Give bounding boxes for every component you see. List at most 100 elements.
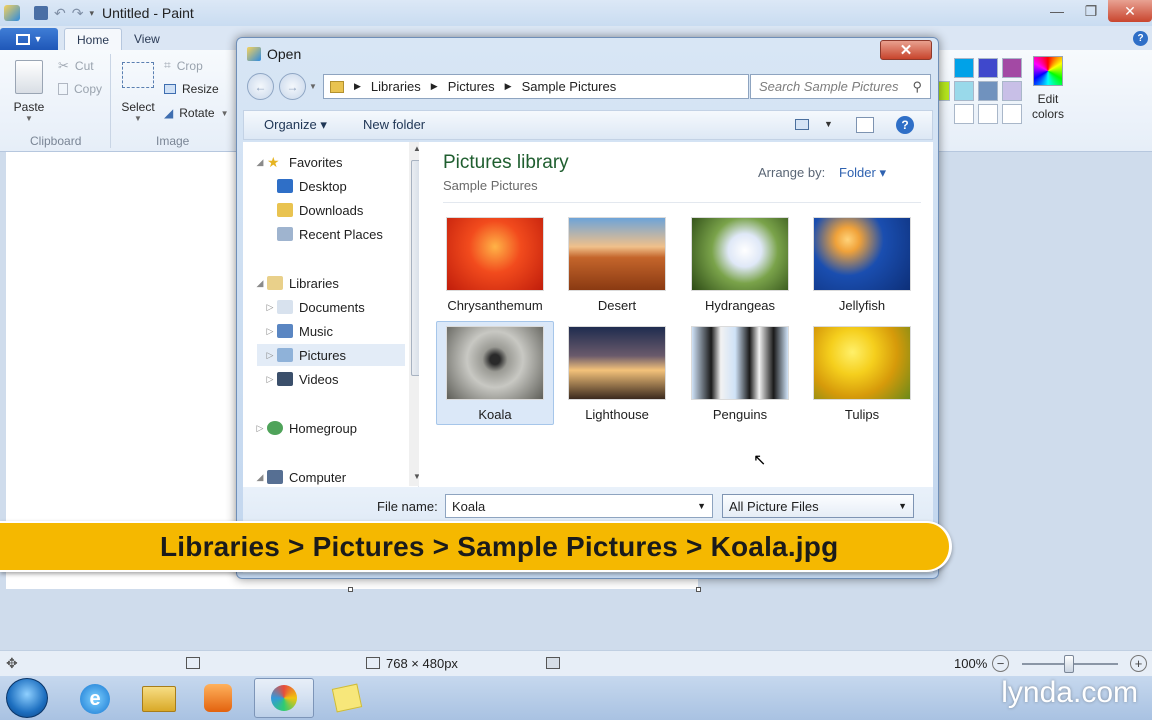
zoom-slider-thumb[interactable] (1064, 655, 1074, 673)
file-item-tulips[interactable]: Tulips (803, 321, 921, 425)
mouse-cursor: ↖ (753, 452, 767, 469)
close-button[interactable]: ✕ (1108, 0, 1152, 22)
crop-button[interactable]: ⌗ Crop (164, 58, 203, 73)
color-swatch[interactable] (954, 58, 974, 78)
nav-documents[interactable]: ▷ Documents (263, 296, 423, 318)
breadcrumb-libraries[interactable]: Libraries (371, 79, 421, 94)
edit-colors-button[interactable]: Edit colors (1028, 56, 1068, 122)
zoom-out-button[interactable]: − (992, 655, 1009, 672)
filename-value: Koala (452, 498, 486, 514)
recent-pages-icon[interactable]: ▼ (309, 82, 317, 91)
color-swatch[interactable] (978, 104, 998, 124)
nav-pictures[interactable]: ▷ Pictures (257, 344, 405, 366)
crop-label: Crop (176, 58, 203, 73)
file-item-chrysanthemum[interactable]: Chrysanthemum (436, 212, 554, 316)
paint-menu-button[interactable]: ▼ (0, 28, 58, 50)
copy-button[interactable]: Copy (58, 82, 102, 96)
clipboard-icon (15, 60, 43, 94)
breadcrumb-pictures[interactable]: Pictures (448, 79, 495, 94)
nav-homegroup[interactable]: ▷ Homegroup (253, 417, 413, 439)
canvas-resize-handle[interactable] (348, 587, 353, 592)
collapse-icon[interactable]: ◢ (253, 157, 267, 168)
back-button[interactable]: ← (247, 73, 274, 100)
chevron-down-icon[interactable]: ▼ (697, 501, 706, 511)
color-swatch[interactable] (954, 104, 974, 124)
organize-menu[interactable]: Organize ▾ (264, 117, 327, 133)
expand-icon[interactable]: ▷ (253, 423, 267, 434)
resize-button[interactable]: Resize (164, 82, 219, 96)
redo-icon[interactable]: ↷ (72, 5, 84, 22)
nav-favorites[interactable]: ◢ ★ Favorites (253, 151, 413, 173)
file-list: Pictures library Sample Pictures Arrange… (419, 142, 933, 487)
file-item-penguins[interactable]: Penguins (681, 321, 799, 425)
internet-explorer-icon[interactable]: e (80, 684, 110, 714)
paste-button[interactable]: Paste ▼ (8, 56, 50, 126)
color-swatch[interactable] (1002, 58, 1022, 78)
nav-videos[interactable]: ▷ Videos (263, 368, 423, 390)
save-icon[interactable] (34, 6, 48, 20)
zoom-level: 100% (954, 656, 988, 671)
canvas-resize-handle[interactable] (696, 587, 701, 592)
color-swatch[interactable] (1002, 104, 1022, 124)
windows-explorer-icon[interactable] (142, 686, 176, 712)
minimize-button[interactable]: — (1040, 0, 1074, 22)
arrange-dropdown[interactable]: Folder ▾ (839, 165, 886, 181)
address-bar[interactable]: ▶ Libraries ▶ Pictures ▶ Sample Pictures… (323, 74, 819, 99)
breadcrumb-sample-pictures[interactable]: Sample Pictures (522, 79, 617, 94)
collapse-icon[interactable]: ◢ (253, 472, 267, 483)
file-name: Penguins (712, 407, 768, 422)
clipboard-group-label: Clipboard (30, 134, 82, 148)
file-item-desert[interactable]: Desert (558, 212, 676, 316)
file-item-lighthouse[interactable]: Lighthouse (558, 321, 676, 425)
paint-taskbar-button[interactable] (254, 678, 314, 718)
search-input[interactable]: Search Sample Pictures ⚲ (750, 74, 931, 99)
filetype-select[interactable]: All Picture Files ▼ (722, 494, 914, 518)
rotate-label: Rotate (179, 106, 215, 120)
paint-app-icon[interactable] (4, 5, 20, 21)
zoom-in-button[interactable]: + (1130, 655, 1147, 672)
chevron-down-icon[interactable]: ▼ (824, 119, 833, 129)
media-player-icon[interactable] (204, 684, 232, 712)
undo-icon[interactable]: ↶ (54, 5, 66, 22)
expand-icon[interactable]: ▷ (263, 326, 277, 337)
file-item-hydrangeas[interactable]: Hydrangeas (681, 212, 799, 316)
view-options-icon[interactable] (795, 119, 809, 130)
selection-icon (122, 62, 154, 88)
open-dialog: Open ✕ ← → ▼ ▶ Libraries ▶ Pictures ▶ Sa… (236, 37, 939, 579)
color-swatch[interactable] (954, 81, 974, 101)
qa-customize-icon[interactable]: ▾ (89, 8, 94, 19)
nav-computer[interactable]: ◢ Computer (253, 466, 413, 488)
help-icon[interactable]: ? (1133, 31, 1148, 46)
file-item-koala[interactable]: Koala (436, 321, 554, 425)
expand-icon[interactable]: ▷ (263, 374, 277, 385)
chevron-down-icon: ▼ (898, 501, 907, 511)
expand-icon[interactable]: ▷ (263, 302, 277, 313)
maximize-button[interactable]: ❐ (1074, 0, 1108, 22)
new-folder-button[interactable]: New folder (363, 117, 425, 132)
color-swatch[interactable] (978, 81, 998, 101)
dialog-close-button[interactable]: ✕ (880, 40, 932, 60)
color-swatch[interactable] (978, 58, 998, 78)
file-item-jellyfish[interactable]: Jellyfish (803, 212, 921, 316)
tab-view[interactable]: View (122, 28, 172, 50)
collapse-icon[interactable]: ◢ (253, 278, 267, 289)
filename-input[interactable]: Koala ▼ (445, 494, 713, 518)
expand-icon[interactable]: ▷ (263, 350, 277, 361)
documents-icon (277, 300, 293, 314)
image-group-label: Image (156, 134, 190, 148)
select-button[interactable]: Select ▼ (118, 58, 158, 128)
help-icon[interactable]: ? (896, 116, 914, 134)
chevron-down-icon: ▼ (220, 108, 229, 118)
tab-home[interactable]: Home (64, 28, 123, 50)
nav-libraries[interactable]: ◢ Libraries (253, 272, 413, 294)
preview-pane-icon[interactable] (856, 117, 874, 133)
videos-icon (277, 372, 293, 386)
sticky-notes-icon[interactable] (331, 683, 363, 713)
command-bar: Organize ▾ New folder ▼ ? (243, 110, 933, 140)
nav-music[interactable]: ▷ Music (263, 320, 423, 342)
color-swatch[interactable] (1002, 81, 1022, 101)
forward-button[interactable]: → (279, 73, 306, 100)
start-button[interactable] (6, 678, 48, 718)
rotate-button[interactable]: ◢ Rotate ▼ (164, 106, 229, 120)
cut-button[interactable]: ✂ Cut (58, 58, 94, 74)
